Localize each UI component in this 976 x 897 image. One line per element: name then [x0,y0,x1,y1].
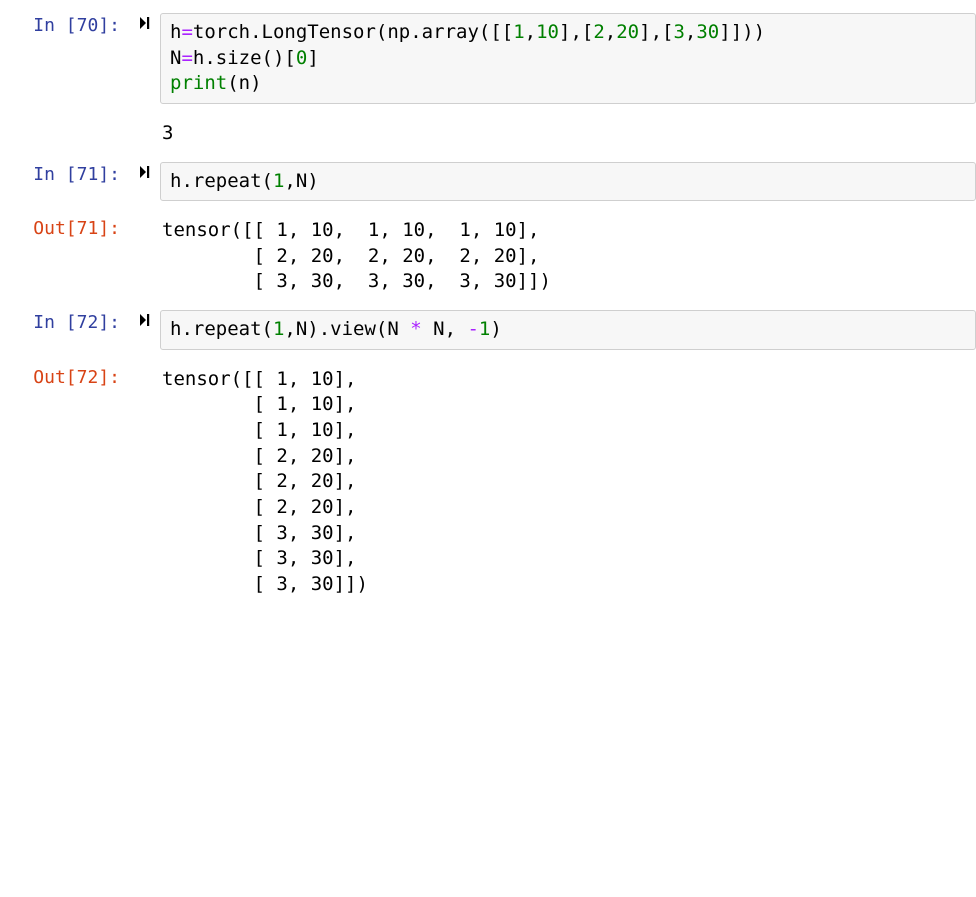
cell-content: tensor([[ 1, 10], [ 1, 10], [ 1, 10], [ … [160,360,976,598]
code-token: 1 [273,170,284,192]
code-token: h.repeat( [170,318,273,340]
code-token: ] [307,47,318,69]
code-token: ) [490,318,501,340]
code-token: N [170,47,181,69]
code-token: , [685,21,696,43]
code-token: , [605,21,616,43]
run-column [130,305,160,328]
notebook-cell: 3 [0,114,976,147]
execute-result: tensor([[ 1, 10, 1, 10, 1, 10], [ 2, 20,… [160,216,976,295]
code-token: N, [422,318,468,340]
stdout-output: 3 [160,119,976,147]
code-token: torch.LongTensor(np.array([[ [193,21,513,43]
cell-content: h.repeat(1,N) [160,157,976,202]
cell-content: h.repeat(1,N).view(N * N, -1) [160,305,976,350]
cell-content: 3 [160,114,976,147]
code-token: 1 [513,21,524,43]
code-token: h.repeat( [170,170,273,192]
code-token: = [181,21,192,43]
input-prompt: In [70]: [0,8,130,36]
notebook-cell: In [72]:h.repeat(1,N).view(N * N, -1) [0,305,976,350]
run-column [130,360,160,367]
code-token: 0 [296,47,307,69]
notebook-cell: Out[71]: tensor([[ 1, 10, 1, 10, 1, 10], … [0,211,976,295]
code-token: 1 [273,318,284,340]
run-column [130,211,160,218]
code-token: 10 [536,21,559,43]
run-column [130,114,160,121]
code-token: (n) [227,72,261,94]
output-prompt: Out[71]: [0,211,130,239]
code-token: h.size()[ [193,47,296,69]
code-token: 2 [593,21,604,43]
code-input[interactable]: h=torch.LongTensor(np.array([[1,10],[2,2… [160,13,976,104]
input-prompt: In [72]: [0,305,130,333]
code-input[interactable]: h.repeat(1,N).view(N * N, -1) [160,310,976,350]
run-column [130,157,160,180]
code-token: * [410,318,421,340]
code-token: ]])) [719,21,765,43]
run-column [130,8,160,31]
code-token: ],[ [639,21,673,43]
cell-content: h=torch.LongTensor(np.array([[1,10],[2,2… [160,8,976,104]
code-token: - [467,318,478,340]
cell-content: tensor([[ 1, 10, 1, 10, 1, 10], [ 2, 20,… [160,211,976,295]
code-token: ,N) [284,170,318,192]
code-token: = [181,47,192,69]
code-input[interactable]: h.repeat(1,N) [160,162,976,202]
code-token: , [525,21,536,43]
code-token: h [170,21,181,43]
code-token: 20 [616,21,639,43]
code-token: 1 [479,318,490,340]
run-cell-icon[interactable] [137,15,153,31]
run-cell-icon[interactable] [137,164,153,180]
code-token: ],[ [559,21,593,43]
notebook-cell: In [70]: h=torch.LongTensor(np.array([[1,… [0,8,976,104]
run-cell-icon[interactable] [137,312,153,328]
notebook-cell: Out[72]: tensor([[ 1, 10], [ 1, 10], [ 1,… [0,360,976,598]
output-prompt: Out[72]: [0,360,130,388]
code-token: 3 [673,21,684,43]
notebook-cells: In [70]:h=torch.LongTensor(np.array([[1,… [0,8,976,598]
input-prompt: In [71]: [0,157,130,185]
code-token: print [170,72,227,94]
code-token: ,N).view(N [284,318,410,340]
notebook-cell: In [71]: h.repeat(1,N) [0,157,976,202]
execute-result: tensor([[ 1, 10], [ 1, 10], [ 1, 10], [ … [160,365,976,598]
blank-prompt [0,114,130,121]
code-token: 30 [696,21,719,43]
